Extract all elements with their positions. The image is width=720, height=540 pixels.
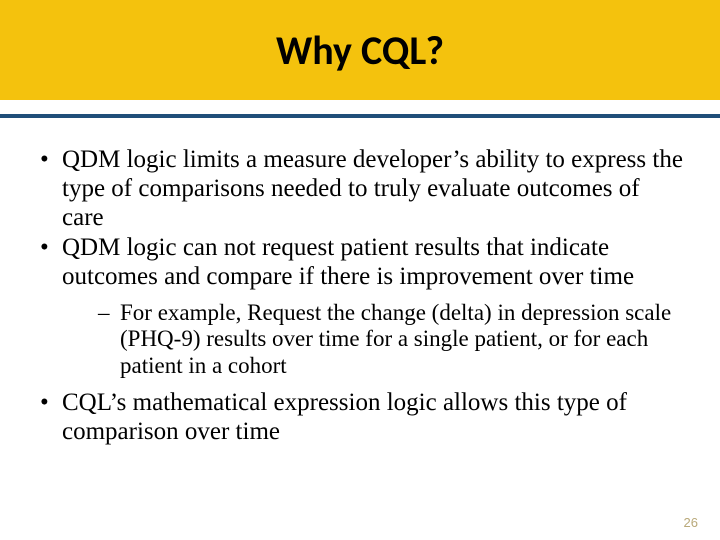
bullet-list: QDM logic limits a measure developer’s a…	[34, 146, 686, 447]
page-number: 26	[684, 515, 698, 530]
slide-title: Why CQL?	[276, 26, 444, 75]
slide: Why CQL? QDM logic limits a measure deve…	[0, 0, 720, 540]
sub-bullet-item: For example, Request the change (delta) …	[98, 300, 686, 379]
bullet-item: QDM logic limits a measure developer’s a…	[34, 146, 686, 232]
sub-bullet-text: For example, Request the change (delta) …	[120, 300, 671, 378]
bullet-item: QDM logic can not request patient result…	[34, 234, 686, 379]
bullet-text: QDM logic can not request patient result…	[62, 234, 634, 290]
bullet-text: CQL’s mathematical expression logic allo…	[62, 389, 627, 445]
bullet-item: CQL’s mathematical expression logic allo…	[34, 389, 686, 447]
sub-bullet-list: For example, Request the change (delta) …	[62, 300, 686, 379]
title-band: Why CQL?	[0, 0, 720, 100]
bullet-text: QDM logic limits a measure developer’s a…	[62, 146, 683, 231]
slide-content: QDM logic limits a measure developer’s a…	[0, 118, 720, 447]
